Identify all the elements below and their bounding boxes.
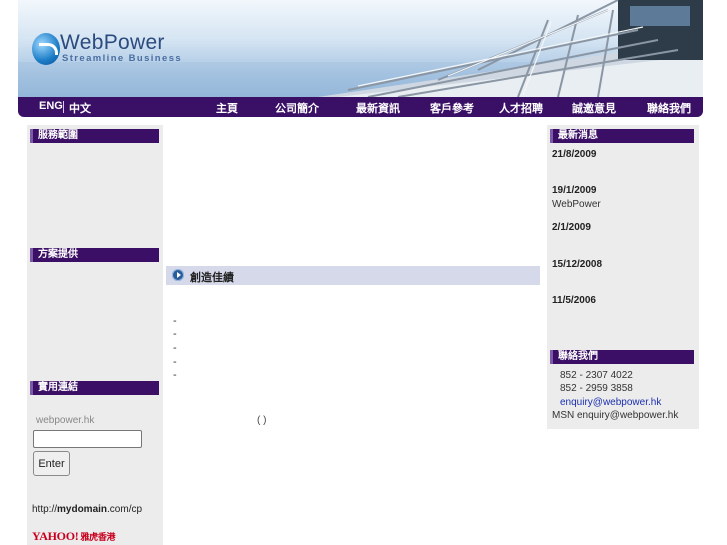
- services-heading[interactable]: 服務範圍: [30, 129, 159, 143]
- lang-divider: [63, 101, 64, 113]
- webpower-logo[interactable]: WebPower Streamline Business: [32, 30, 192, 70]
- nav-item-about[interactable]: 公司簡介: [275, 100, 319, 116]
- lang-chinese-link[interactable]: 中文: [69, 100, 91, 116]
- phone-2: 852 - 2959 3858: [560, 383, 633, 394]
- list-item: -: [173, 315, 177, 327]
- news-date[interactable]: 19/1/2009: [552, 185, 597, 196]
- enter-button[interactable]: Enter: [33, 451, 70, 476]
- news-date[interactable]: 21/8/2009: [552, 149, 597, 160]
- list-item: -: [173, 342, 177, 354]
- arrow-bullet-icon: [172, 269, 184, 281]
- nav-item-home[interactable]: 主頁: [216, 100, 238, 116]
- lang-english-link[interactable]: ENG: [39, 100, 63, 112]
- email-link[interactable]: enquiry@webpower.hk: [560, 397, 661, 408]
- latest-news-heading[interactable]: 最新消息: [550, 129, 694, 143]
- yahoo-hk-label: 雅虎香港: [80, 532, 116, 542]
- url-hint: http://mydomain.com/cp: [32, 504, 142, 515]
- logo-tagline: Streamline Business: [62, 53, 183, 64]
- nav-item-careers[interactable]: 人才招聘: [499, 100, 543, 116]
- header-banner: WebPower Streamline Business: [18, 0, 703, 97]
- list-item: -: [173, 356, 177, 368]
- nav-item-feedback[interactable]: 誠邀意見: [572, 100, 616, 116]
- url-prefix: http://: [32, 504, 58, 515]
- nav-item-news[interactable]: 最新資訊: [356, 100, 400, 116]
- list-item: -: [173, 328, 177, 340]
- achievements-title: 創造佳績: [190, 272, 234, 284]
- msn-contact: MSN enquiry@webpower.hk: [552, 410, 679, 421]
- list-item: -: [173, 369, 177, 381]
- news-text[interactable]: WebPower: [552, 199, 601, 210]
- logo-name: WebPower: [60, 31, 165, 54]
- news-date[interactable]: 11/5/2006: [552, 295, 596, 306]
- achievements-heading: 創造佳績: [166, 266, 540, 285]
- logo-swirl-icon: [32, 33, 60, 65]
- url-suffix: .com/cp: [107, 504, 143, 515]
- webpower-login-input[interactable]: [33, 430, 142, 448]
- useful-links-heading[interactable]: 實用連結: [30, 381, 159, 395]
- url-domain: mydomain: [57, 504, 108, 515]
- paren-note: ( ): [257, 415, 267, 426]
- yahoo-logo: YAHOO!: [32, 529, 79, 543]
- left-sidebar: [27, 125, 163, 545]
- main-nav: ENG 中文 主頁 公司簡介 最新資訊 客戶參考 人才招聘 誠邀意見 聯絡我們: [18, 97, 703, 117]
- phone-1: 852 - 2307 4022: [560, 370, 633, 381]
- solutions-heading[interactable]: 方案提供: [30, 248, 159, 262]
- contact-heading[interactable]: 聯絡我們: [550, 350, 694, 364]
- news-date[interactable]: 15/12/2008: [552, 259, 602, 270]
- nav-item-contact[interactable]: 聯絡我們: [647, 100, 691, 116]
- webpower-label: webpower.hk: [36, 415, 95, 426]
- nav-item-clients[interactable]: 客戶參考: [430, 100, 474, 116]
- yahoo-hk-link[interactable]: YAHOO! 雅虎香港: [32, 529, 116, 544]
- news-date[interactable]: 2/1/2009: [552, 222, 591, 233]
